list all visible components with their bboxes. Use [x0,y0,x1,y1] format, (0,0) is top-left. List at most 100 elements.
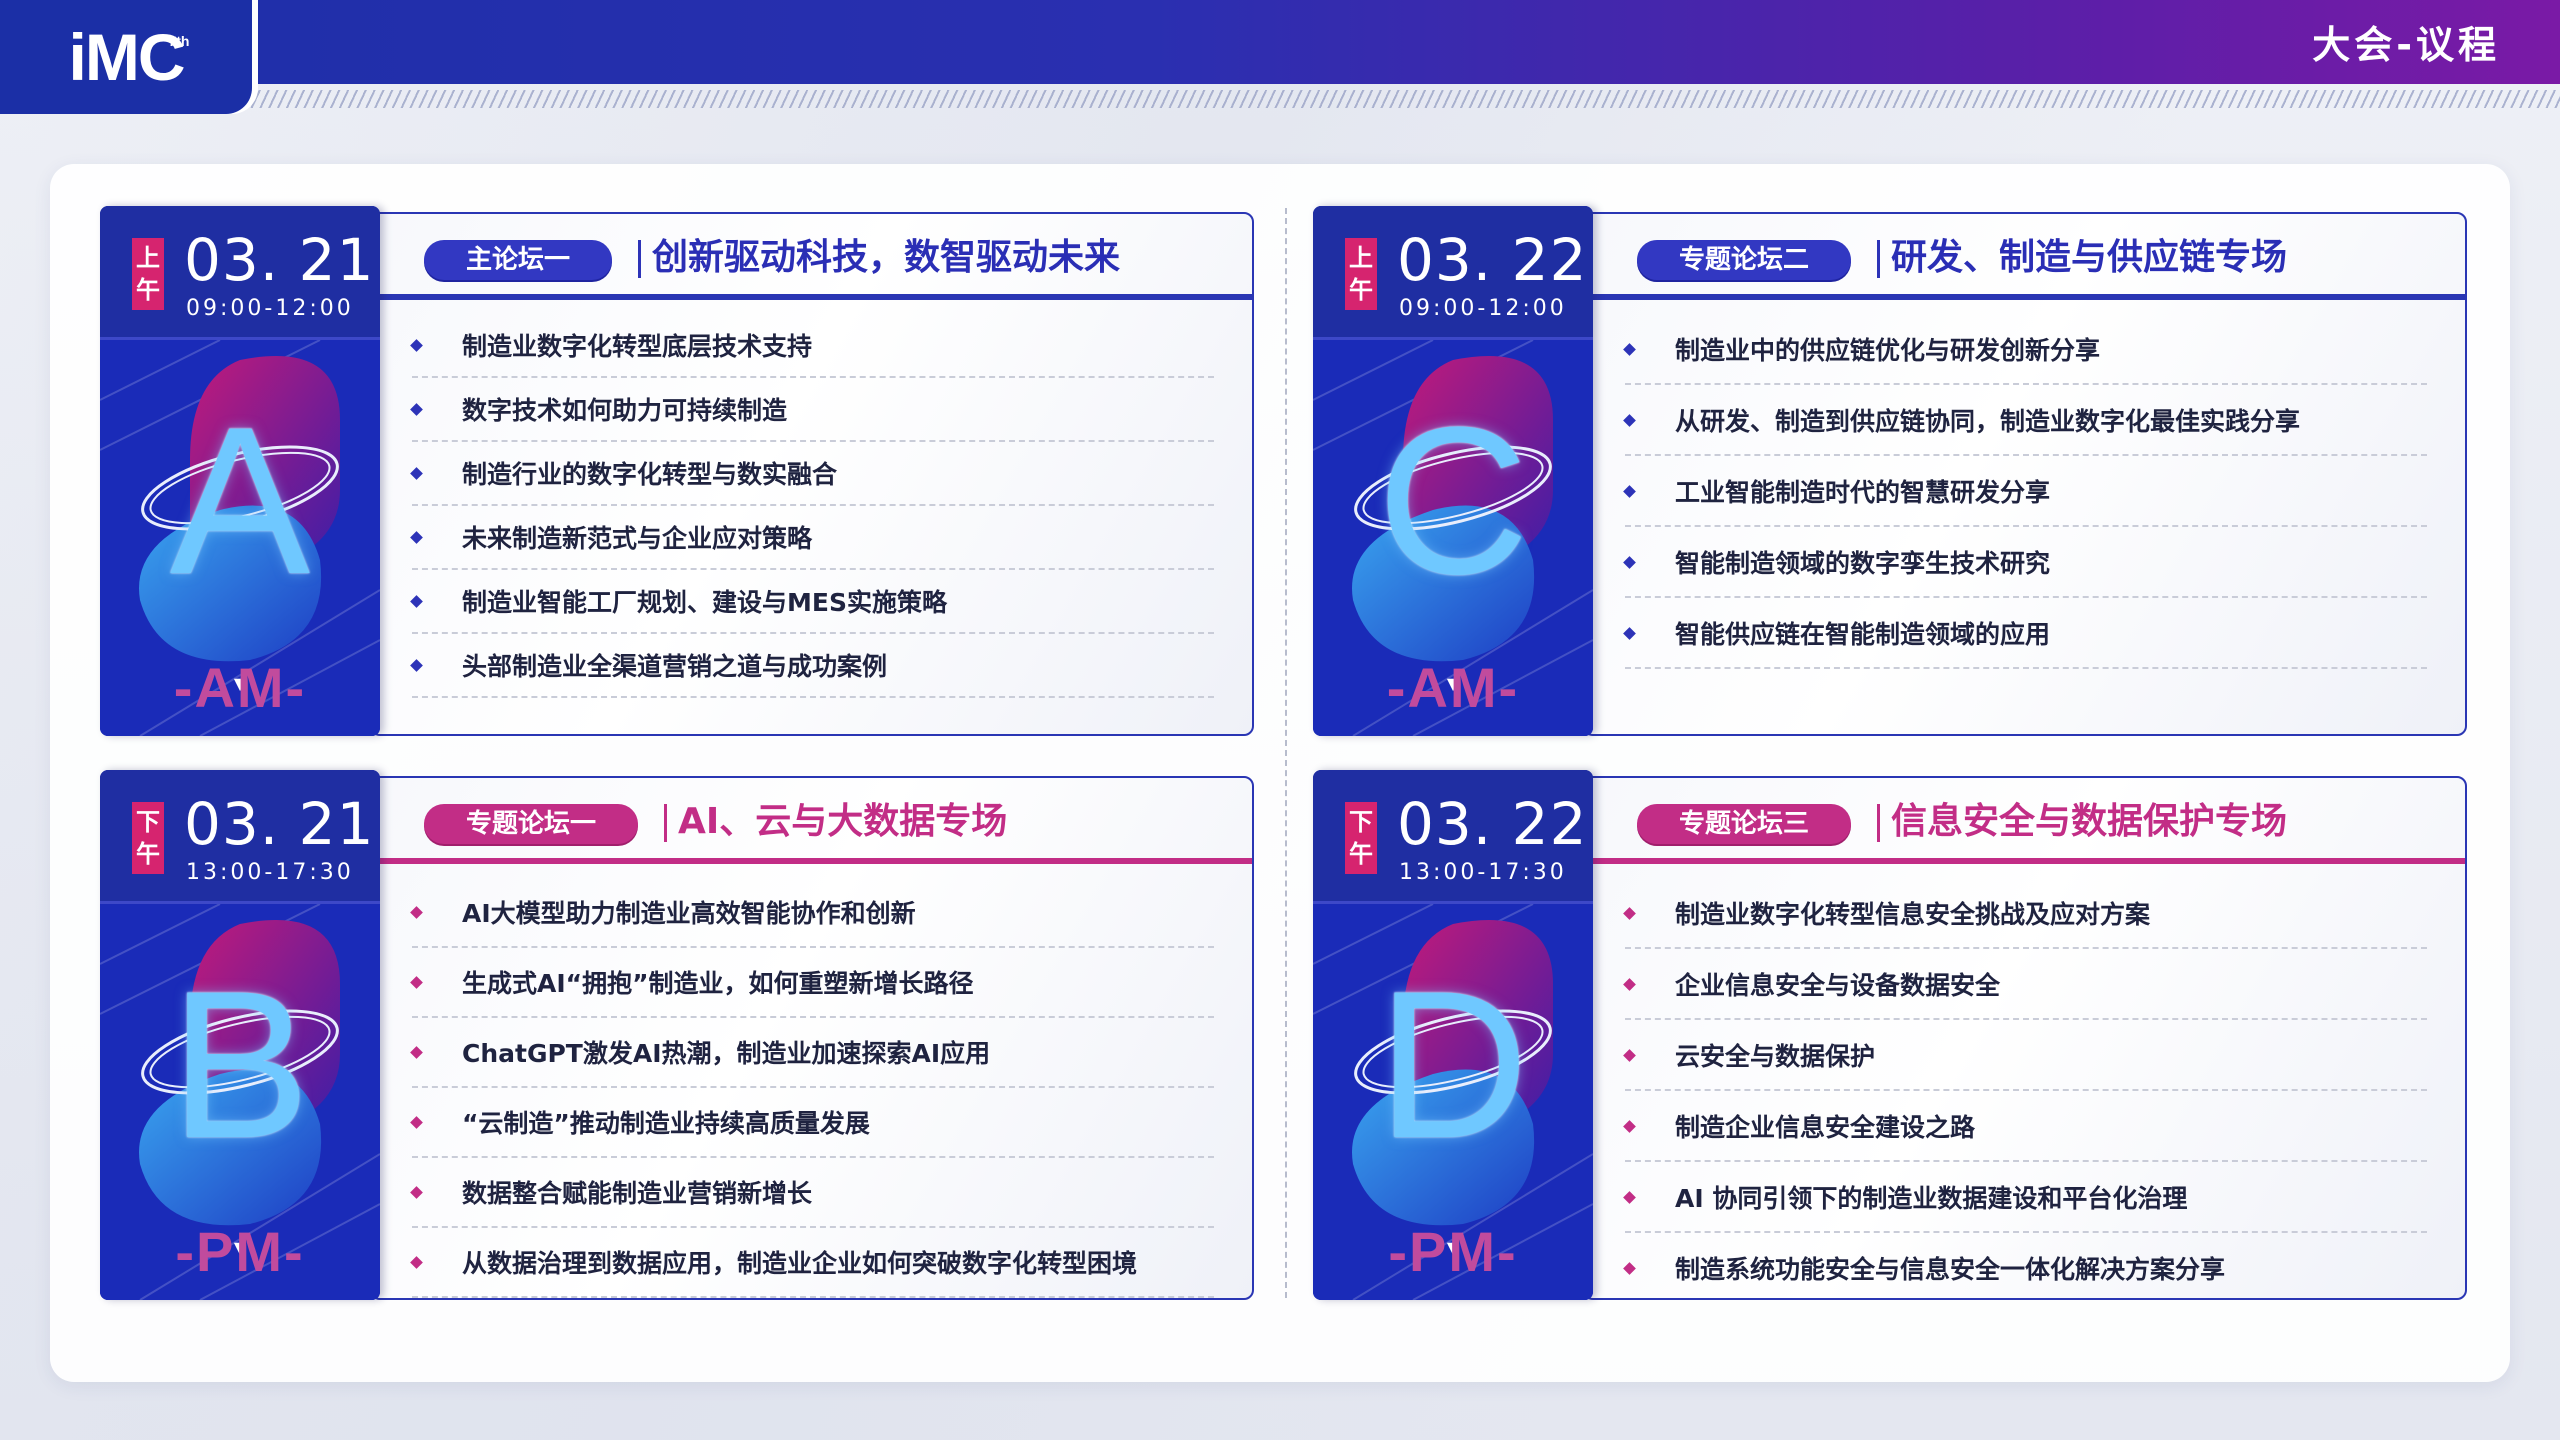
diamond-bullet-icon [410,467,423,480]
session-date: 03. 22 [1397,790,1588,858]
agenda-item[interactable]: 制造业智能工厂规划、建设与MES实施策略 [410,570,1214,634]
agenda-item[interactable]: ChatGPT激发AI热潮，制造业加速探索AI应用 [410,1018,1214,1088]
forum-tag: 主论坛一 [424,240,613,280]
diamond-bullet-icon [410,1256,423,1269]
am-pm-label: -PM- [1388,1220,1518,1283]
agenda-item[interactable]: 制造业中的供应链优化与研发创新分享 [1623,314,2427,385]
agenda-item[interactable]: AI 协同引领下的制造业数据建设和平台化治理 [1623,1162,2427,1233]
date-header: 下午 03. 22 13:00-17:30 [1313,770,1593,904]
agenda-item-text: ChatGPT激发AI热潮，制造业加速探索AI应用 [462,1039,991,1068]
agenda-item[interactable]: 智能供应链在智能制造领域的应用 [1623,598,2427,669]
logo-text: iMC 7th [68,20,190,94]
forum-tag: 专题论坛一 [424,804,639,844]
agenda-item-text: 制造业中的供应链优化与研发创新分享 [1675,335,2101,365]
agenda-item-text: 工业智能制造时代的智慧研发分享 [1675,477,2051,507]
page-title: 大会-议程 [2312,23,2500,67]
diamond-bullet-icon [1623,413,1636,427]
am-pm-label: -AM- [173,656,307,719]
session-title: 信息安全与数据保护专场 [1891,801,2288,842]
agenda-item[interactable]: 数字技术如何助力可持续制造 [410,378,1214,442]
agenda-item-text: AI大模型助力制造业高效智能协作和创新 [462,899,916,928]
agenda-item[interactable]: 生成式AI“拥抱”制造业，如何重塑新增长路径 [410,948,1214,1018]
am-pm-badge: 下午 [1345,802,1377,874]
diamond-bullet-icon [410,339,423,352]
session-letter: D [1377,947,1529,1182]
session-date: 03. 22 [1397,226,1588,294]
agenda-item-text: 制造企业信息安全建设之路 [1675,1112,1976,1142]
session-time: 09:00-12:00 [1399,296,1567,321]
session-title: 研发、制造与供应链专场 [1891,237,2288,278]
agenda-item[interactable]: 未来制造新范式与企业应对策略 [410,506,1214,570]
diamond-bullet-icon [1623,1048,1636,1062]
agenda-list: 制造业数字化转型信息安全挑战及应对方案 企业信息安全与设备数据安全 云安全与数据… [1623,878,2427,1298]
agenda-item-text: 制造业数字化转型信息安全挑战及应对方案 [1675,899,2151,929]
date-header: 上午 03. 22 09:00-12:00 [1313,206,1593,340]
diamond-bullet-icon [1623,555,1636,569]
agenda-item[interactable]: 制造企业信息安全建设之路 [1623,1091,2427,1162]
forum-tag: 专题论坛二 [1637,240,1852,280]
diamond-bullet-icon [410,1116,423,1129]
diamond-bullet-icon [410,403,423,416]
am-pm-badge: 上午 [1345,238,1377,310]
diamond-bullet-icon [410,906,423,919]
diamond-bullet-icon [410,1046,423,1059]
header-bar [0,0,2560,84]
agenda-item[interactable]: 从研发、制造到供应链协同，制造业数字化最佳实践分享 [1623,385,2427,456]
session-body: 专题论坛一 AI、云与大数据专场 AI大模型助力制造业高效智能协作和创新 生成式… [370,776,1254,1300]
diamond-bullet-icon [410,1186,423,1199]
agenda-list: 制造业数字化转型底层技术支持 数字技术如何助力可持续制造 制造行业的数字化转型与… [410,314,1214,698]
agenda-item[interactable]: 智能制造领域的数字孪生技术研究 [1623,527,2427,598]
session-letter: B [169,947,311,1182]
agenda-item[interactable]: 头部制造业全渠道营销之道与成功案例 [410,634,1214,698]
agenda-item[interactable]: 制造系统功能安全与信息安全一体化解决方案分享 [1623,1233,2427,1298]
agenda-item[interactable]: 制造业数字化转型底层技术支持 [410,314,1214,378]
session-date-panel: 上午 03. 21 09:00-12:00 A ▼ -AM- [100,206,380,736]
date-header: 上午 03. 21 09:00-12:00 [100,206,380,340]
agenda-item[interactable]: AI大模型助力制造业高效智能协作和创新 [410,878,1214,948]
session-title: 创新驱动科技，数智驱动未来 [652,237,1121,278]
session-title: AI、云与大数据专场 [678,801,1008,842]
agenda-item-text: 智能制造领域的数字孪生技术研究 [1675,548,2051,578]
session-time: 13:00-17:30 [186,860,354,885]
title-separator [638,240,641,278]
title-separator [1877,240,1880,278]
session-body: 专题论坛三 信息安全与数据保护专场 制造业数字化转型信息安全挑战及应对方案 企业… [1583,776,2467,1300]
agenda-item[interactable]: 制造行业的数字化转型与数实融合 [410,442,1214,506]
agenda-item[interactable]: 云安全与数据保护 [1623,1020,2427,1091]
diamond-bullet-icon [1623,906,1636,920]
session-date-panel: 下午 03. 21 13:00-17:30 B ▼ -PM- [100,770,380,1300]
session-time: 13:00-17:30 [1399,860,1567,885]
am-pm-label: -AM- [1386,656,1520,719]
session-date-panel: 上午 03. 22 09:00-12:00 C ▼ -AM- [1313,206,1593,736]
agenda-item-text: 数据整合赋能制造业营销新增长 [462,1179,813,1208]
agenda-item[interactable]: 工业智能制造时代的智慧研发分享 [1623,456,2427,527]
agenda-item[interactable]: 数据整合赋能制造业营销新增长 [410,1158,1214,1228]
agenda-item-text: 制造系统功能安全与信息安全一体化解决方案分享 [1675,1254,2226,1284]
session-body: 主论坛一 创新驱动科技，数智驱动未来 制造业数字化转型底层技术支持 数字技术如何… [370,212,1254,736]
agenda-item[interactable]: 制造业数字化转型信息安全挑战及应对方案 [1623,878,2427,949]
title-underline [374,294,1252,300]
diamond-bullet-icon [1623,977,1636,991]
diamond-bullet-icon [1623,626,1636,640]
diamond-bullet-icon [410,976,423,989]
session-date-panel: 下午 03. 22 13:00-17:30 D ▼ -PM- [1313,770,1593,1300]
agenda-item-text: 生成式AI“拥抱”制造业，如何重塑新增长路径 [462,969,974,998]
session-card: 专题论坛一 AI、云与大数据专场 AI大模型助力制造业高效智能协作和创新 生成式… [100,770,1254,1300]
diamond-bullet-icon [410,595,423,608]
diamond-bullet-icon [410,659,423,672]
agenda-item-text: “云制造”推动制造业持续高质量发展 [462,1109,870,1138]
diamond-bullet-icon [1623,342,1636,356]
session-time: 09:00-12:00 [186,296,354,321]
agenda-item-text: 制造业智能工厂规划、建设与MES实施策略 [462,588,947,617]
diamond-bullet-icon [1623,1119,1636,1133]
session-card: 专题论坛三 信息安全与数据保护专场 制造业数字化转型信息安全挑战及应对方案 企业… [1313,770,2467,1300]
logo[interactable]: iMC 7th [0,0,252,114]
agenda-item[interactable]: 企业信息安全与设备数据安全 [1623,949,2427,1020]
session-card: 专题论坛二 研发、制造与供应链专场 制造业中的供应链优化与研发创新分享 从研发、… [1313,206,2467,736]
session-letter: A [169,383,311,618]
agenda-item[interactable]: 从数据治理到数据应用，制造业企业如何突破数字化转型困境 [410,1228,1214,1298]
agenda-item-text: 数字技术如何助力可持续制造 [462,396,788,425]
am-pm-label: -PM- [175,1220,305,1283]
agenda-item[interactable]: “云制造”推动制造业持续高质量发展 [410,1088,1214,1158]
agenda-item-text: 未来制造新范式与企业应对策略 [462,524,813,553]
